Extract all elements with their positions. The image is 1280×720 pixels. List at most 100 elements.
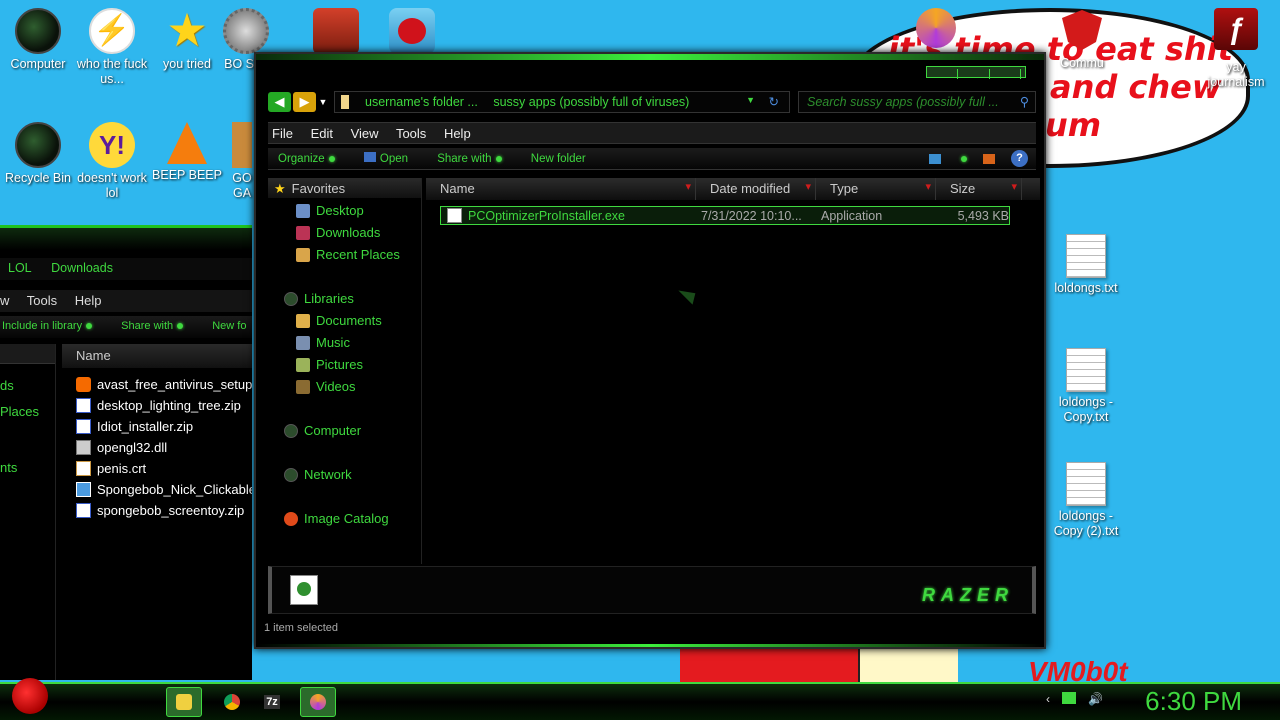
desktop-icon-go-ga[interactable]: GO GA <box>228 122 256 201</box>
start-button-angry-bird-icon[interactable] <box>12 678 48 714</box>
include-in-library-button[interactable]: Include in library <box>2 320 93 332</box>
history-dropdown-icon[interactable]: ▼ <box>318 92 328 112</box>
search-icon[interactable]: ⚲ <box>1020 94 1029 109</box>
desktop-icon-yahoo[interactable]: Y! doesn't work lol <box>74 122 150 201</box>
address-dropdown-icon[interactable]: ▼ <box>746 95 755 105</box>
nav-item-downloads[interactable]: ds <box>0 378 55 400</box>
taskbar-chrome-button[interactable] <box>214 687 250 717</box>
taskbar-firefox-button[interactable] <box>300 687 336 717</box>
navigation-pane: ds Places nts <box>0 344 56 680</box>
nav-item-documents[interactable]: nts <box>0 460 55 482</box>
desktop-icon-angry-birds-seasons[interactable] <box>298 8 374 57</box>
column-header-name[interactable]: Name <box>426 178 696 200</box>
chrome-icon <box>224 694 240 710</box>
nav-computer[interactable]: Computer <box>268 418 421 440</box>
nav-item-recent-places[interactable]: Places <box>0 404 55 426</box>
desktop-icon-label: who the fuck us... <box>76 57 148 86</box>
system-tray: ‹ 🔊 <box>1046 692 1103 706</box>
nav-item-downloads[interactable]: Downloads <box>268 220 421 242</box>
desktop-icon-angry-birds[interactable] <box>374 8 450 57</box>
address-bar[interactable]: LOL Downloads <box>0 258 252 280</box>
view-dropdown-icon[interactable] <box>961 155 967 162</box>
menu-edit[interactable]: Edit <box>311 126 333 141</box>
desktop-icon-loldongs[interactable]: loldongs.txt <box>1048 234 1124 296</box>
file-row[interactable]: Spongebob_Nick_Clickable <box>76 479 252 500</box>
change-view-icon[interactable] <box>929 153 941 164</box>
desktop-icon-vlc[interactable]: BEEP BEEP <box>149 122 225 183</box>
column-header-date[interactable]: Date modified <box>696 178 816 200</box>
nav-network[interactable]: Network <box>268 462 421 484</box>
nav-item-desktop[interactable]: Desktop <box>268 198 421 220</box>
desktop-icon-label: Commu <box>1060 56 1104 70</box>
forward-button[interactable]: ▶ <box>293 92 316 112</box>
desktop-icon-loldongs-copy-2[interactable]: loldongs - Copy (2).txt <box>1048 462 1124 539</box>
new-folder-button[interactable]: New fo <box>212 320 246 332</box>
network-tray-icon[interactable] <box>1062 692 1076 704</box>
file-row[interactable]: penis.crt <box>76 458 252 479</box>
nav-item-music[interactable]: Music <box>268 330 421 352</box>
breadcrumb-downloads[interactable]: Downloads <box>51 261 113 275</box>
desktop-icon-flash[interactable]: ƒ yay journalism <box>1198 8 1274 90</box>
breadcrumb-user-folder[interactable]: username's folder ... <box>365 95 478 109</box>
avast-file-icon <box>76 377 91 392</box>
tray-expand-icon[interactable]: ‹ <box>1046 692 1050 706</box>
nav-item-recent-places[interactable]: Recent Places <box>268 242 421 264</box>
column-header-name[interactable]: Name <box>62 344 252 368</box>
column-header-type[interactable]: Type <box>816 178 936 200</box>
nav-favorites[interactable]: ★ Favorites <box>268 178 421 198</box>
breadcrumb-sussy-apps[interactable]: sussy apps (possibly full of viruses) <box>493 95 689 109</box>
column-header-size[interactable]: Size <box>936 178 1022 200</box>
address-bar[interactable]: username's folder ... sussy apps (possib… <box>334 91 790 113</box>
refresh-icon[interactable]: ↻ <box>769 94 779 109</box>
menu-help[interactable]: Help <box>75 293 102 308</box>
nav-item-videos[interactable]: Videos <box>268 374 421 396</box>
desktop-icon-commu[interactable]: Commu <box>1044 10 1120 71</box>
preview-pane-icon[interactable] <box>983 153 995 164</box>
nav-item-pictures[interactable]: Pictures <box>268 352 421 374</box>
organize-button[interactable]: Organize <box>278 153 335 165</box>
background-explorer-window[interactable]: LOL Downloads w Tools Help Include in li… <box>0 225 252 680</box>
close-button[interactable] <box>990 69 1022 79</box>
share-with-button[interactable]: Share with <box>121 320 184 332</box>
open-button[interactable]: Open <box>363 152 408 165</box>
desktop-icon-you-tried[interactable]: ★ you tried <box>149 7 225 72</box>
menu-tools[interactable]: Tools <box>396 126 426 141</box>
new-folder-button[interactable]: New folder <box>531 153 586 165</box>
menu-view[interactable]: View <box>351 126 379 141</box>
file-row[interactable]: spongebob_screentoy.zip <box>76 500 252 521</box>
desktop-icon-label: doesn't work lol <box>77 171 147 200</box>
nav-image-catalog[interactable]: Image Catalog <box>268 506 421 528</box>
minimize-button[interactable] <box>927 69 959 79</box>
file-name: Spongebob_Nick_Clickable <box>97 482 252 497</box>
file-name: avast_free_antivirus_setup_ <box>97 377 252 392</box>
search-input[interactable]: Search sussy apps (possibly full ... ⚲ <box>798 91 1036 113</box>
file-row[interactable]: opengl32.dll <box>76 437 252 458</box>
desktop-icon-browser[interactable] <box>910 8 962 51</box>
file-row[interactable]: avast_free_antivirus_setup_ <box>76 374 252 395</box>
certificate-file-icon <box>76 461 91 476</box>
help-icon[interactable]: ? <box>1011 150 1028 167</box>
nav-item-documents[interactable]: Documents <box>268 308 421 330</box>
taskbar-explorer-button[interactable] <box>166 687 202 717</box>
desktop-icon-avast[interactable]: ⚡ who the fuck us... <box>74 8 150 87</box>
breadcrumb-lol[interactable]: LOL <box>8 261 32 275</box>
taskbar-7zip-button[interactable]: 7z <box>254 687 290 717</box>
file-row-selected[interactable]: PCOptimizerProInstaller.exe 7/31/2022 10… <box>440 206 1010 225</box>
maximize-button[interactable] <box>958 69 990 79</box>
back-button[interactable]: ◀ <box>268 92 291 112</box>
volume-icon[interactable]: 🔊 <box>1088 692 1103 706</box>
menu-file[interactable]: File <box>272 126 293 141</box>
menu-view[interactable]: w <box>0 293 9 308</box>
desktop-icon-computer[interactable]: Computer <box>0 8 76 72</box>
desktop-icon-loldongs-copy[interactable]: loldongs - Copy.txt <box>1048 348 1124 425</box>
menu-help[interactable]: Help <box>444 126 471 141</box>
clock[interactable]: 6:30 PM <box>1145 686 1242 717</box>
main-explorer-window[interactable]: ◀ ▶ ▼ username's folder ... sussy apps (… <box>254 52 1046 649</box>
nav-header <box>0 344 55 364</box>
file-row[interactable]: Idiot_installer.zip <box>76 416 252 437</box>
menu-tools[interactable]: Tools <box>27 293 57 308</box>
desktop-icon-recycle-bin[interactable]: Recycle Bin <box>0 122 76 186</box>
file-row[interactable]: desktop_lighting_tree.zip <box>76 395 252 416</box>
share-with-button[interactable]: Share with <box>437 153 502 165</box>
nav-libraries[interactable]: Libraries <box>268 286 421 308</box>
